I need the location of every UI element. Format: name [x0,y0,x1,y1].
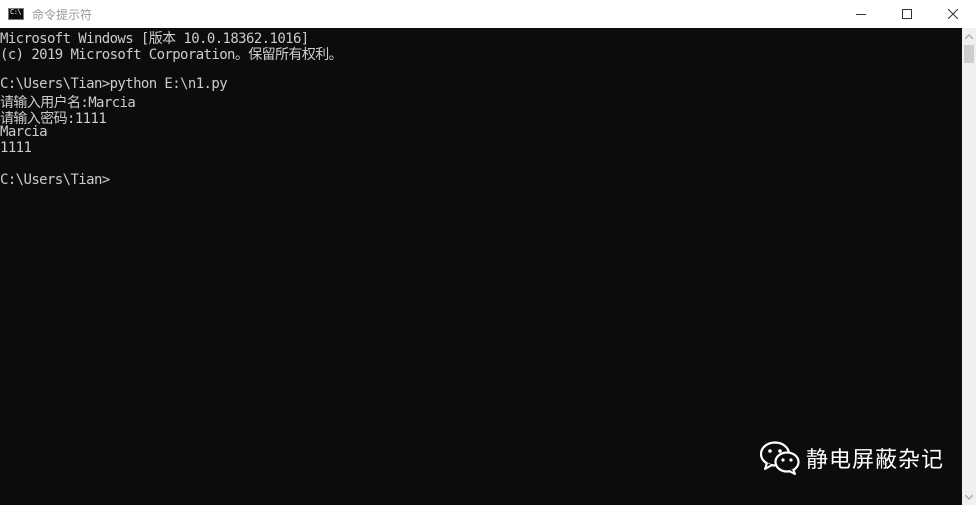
minimize-icon [856,14,866,15]
minimize-button[interactable] [838,0,884,28]
close-icon [948,9,958,19]
maximize-button[interactable] [884,0,930,28]
window-controls [838,0,976,28]
console-line: 1111 [0,140,32,156]
watermark-text: 静电屏蔽杂记 [805,448,944,473]
cmd-window: 命令提示符 Microsoft Windows [版本 10.0.18362. [0,0,976,505]
close-button[interactable] [930,0,976,28]
vertical-scrollbar[interactable] [962,28,976,505]
console-line: Microsoft Windows [版本 10.0.18362.1016] [0,31,309,47]
console-line: 请输入用户名:Marcia [0,95,136,111]
console-line: 请输入密码:1111 [0,111,107,127]
scroll-up-button[interactable] [962,28,976,44]
scroll-down-button[interactable] [962,489,976,505]
cmd-app-icon[interactable] [8,8,24,20]
console-line: C:\Users\Tian>python E:\n1.py [0,76,228,92]
console-prompt-line: C:\Users\Tian> [0,172,110,188]
maximize-icon [902,9,912,19]
console-line: Marcia [0,124,48,140]
title-bar[interactable]: 命令提示符 [0,0,976,28]
scroll-thumb[interactable] [964,45,974,63]
console-output[interactable]: Microsoft Windows [版本 10.0.18362.1016] (… [0,28,962,505]
watermark: 静电屏蔽杂记 [759,441,944,475]
scroll-down-arrow-icon [965,494,973,500]
wechat-icon [759,441,800,475]
scroll-up-arrow-icon [965,33,973,39]
console-line: (c) 2019 Microsoft Corporation。保留所有权利。 [0,47,343,63]
window-title: 命令提示符 [32,7,93,22]
